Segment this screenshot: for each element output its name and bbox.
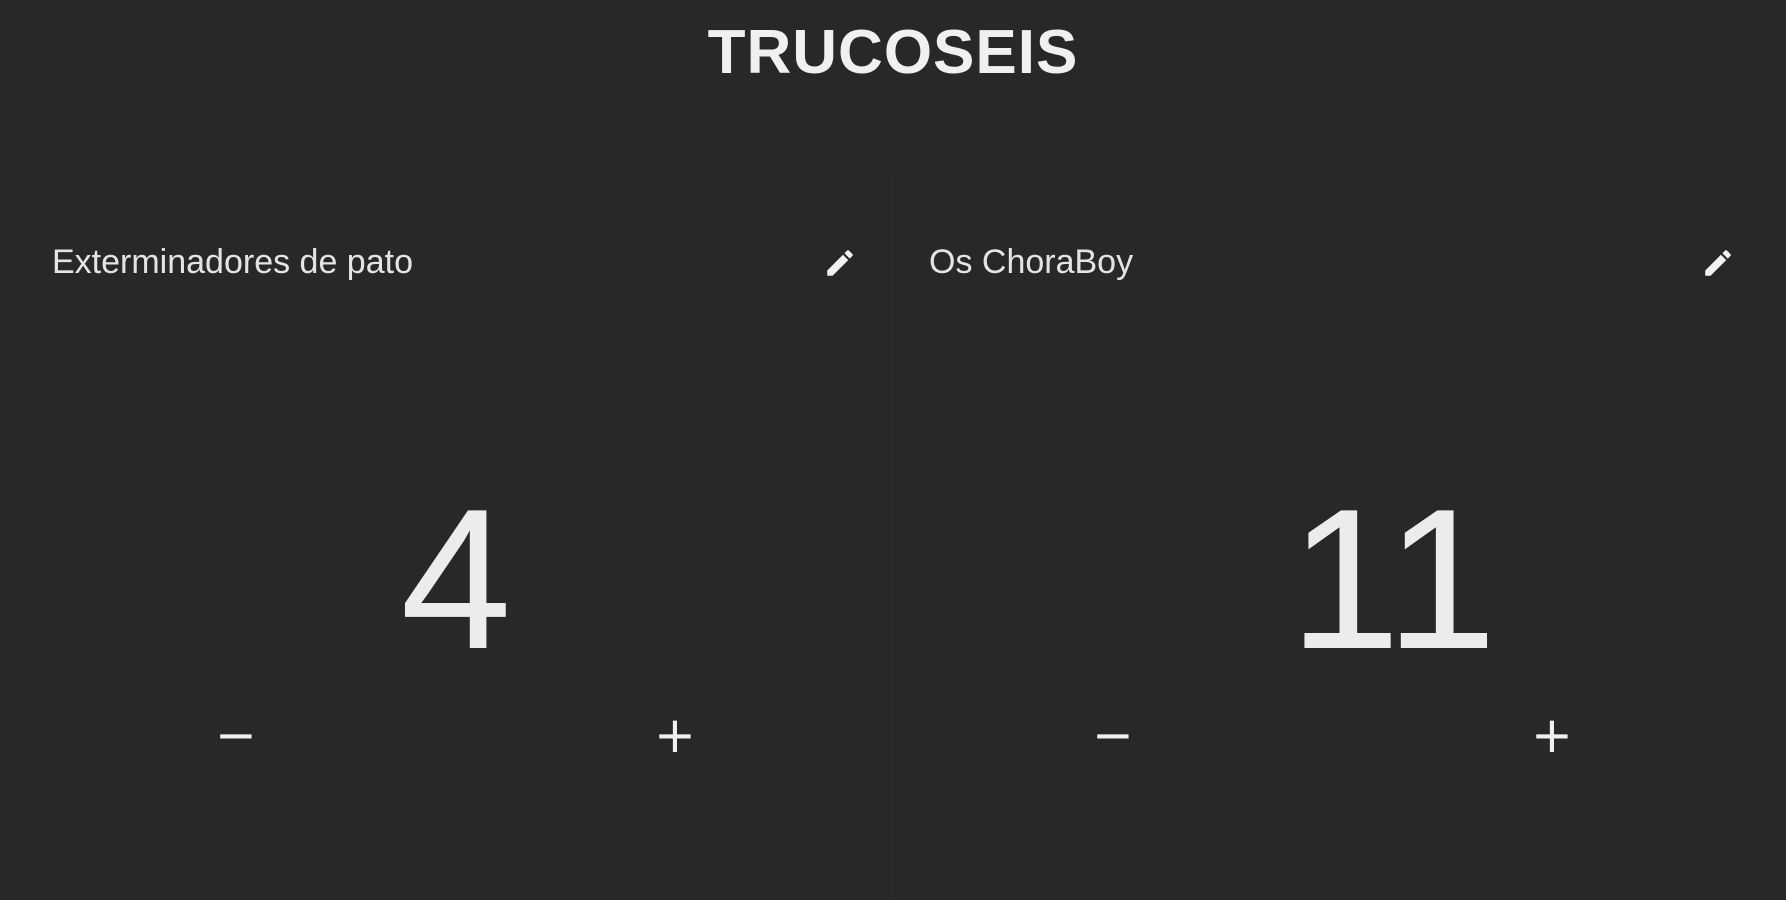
- team-panel-2: Os ChoraBoy 11 − +: [893, 170, 1785, 900]
- decrement-score-button-2[interactable]: −: [1078, 700, 1148, 770]
- increment-score-button-2[interactable]: +: [1517, 700, 1587, 770]
- team-score-1: 4: [400, 468, 512, 691]
- app-title: TRUCOSEIS: [707, 18, 1079, 87]
- team-score-2: 11: [1289, 468, 1497, 691]
- decrement-score-button-1[interactable]: −: [201, 700, 271, 770]
- app-root: TRUCOSEIS Exterminadores de pato 4 − + O…: [0, 0, 1786, 900]
- team-panel-1: Exterminadores de pato 4 − +: [0, 170, 892, 900]
- pencil-icon: [1705, 250, 1731, 276]
- edit-team-name-button-1[interactable]: [823, 246, 857, 280]
- pencil-icon: [827, 250, 853, 276]
- team-name-1: Exterminadores de pato: [52, 243, 413, 281]
- edit-team-name-button-2[interactable]: [1701, 246, 1735, 280]
- increment-score-button-1[interactable]: +: [640, 700, 710, 770]
- team-name-2: Os ChoraBoy: [929, 243, 1134, 281]
